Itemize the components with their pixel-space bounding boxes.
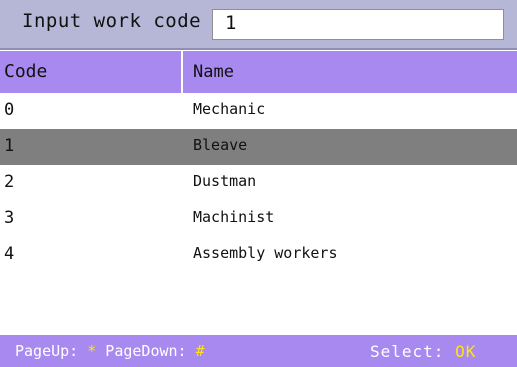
- work-code-label: Input work code: [22, 10, 202, 32]
- work-code-screen: Input work code 1 Code Name 0 Mechanic 1…: [0, 0, 517, 367]
- row-name: Dustman: [193, 172, 257, 190]
- row-code: 3: [4, 208, 15, 228]
- pagedown-key: #: [195, 342, 205, 360]
- key-hint-bar: PageUp: * PageDown: # Select: OK: [0, 335, 517, 367]
- work-code-list: 0 Mechanic 1 Bleave 2 Dustman 3 Machinis…: [0, 93, 517, 273]
- work-code-input[interactable]: 1: [212, 9, 504, 40]
- row-name: Machinist: [193, 208, 275, 226]
- column-header-code: Code: [0, 51, 183, 93]
- row-name: Mechanic: [193, 100, 266, 118]
- pagedown-label: PageDown:: [96, 342, 196, 360]
- row-code: 4: [4, 244, 15, 264]
- table-header: Code Name: [0, 51, 517, 93]
- table-row[interactable]: 2 Dustman: [0, 165, 517, 201]
- pageup-label: PageUp:: [15, 342, 88, 360]
- select-hint: Select: OK: [370, 342, 476, 361]
- column-header-name: Name: [193, 62, 234, 82]
- table-row[interactable]: 0 Mechanic: [0, 93, 517, 129]
- work-code-search-bar: Input work code 1: [0, 0, 517, 50]
- table-row-selected[interactable]: 1 Bleave: [0, 129, 517, 165]
- select-label: Select:: [370, 342, 456, 361]
- row-name: Bleave: [193, 136, 248, 154]
- row-code: 2: [4, 172, 15, 192]
- row-code: 1: [4, 136, 15, 156]
- table-row[interactable]: 4 Assembly workers: [0, 237, 517, 273]
- paging-hint: PageUp: * PageDown: #: [15, 342, 205, 360]
- table-row[interactable]: 3 Machinist: [0, 201, 517, 237]
- select-ok-key: OK: [455, 342, 477, 361]
- row-code: 0: [4, 100, 15, 120]
- pageup-key: *: [87, 342, 97, 360]
- row-name: Assembly workers: [193, 244, 338, 262]
